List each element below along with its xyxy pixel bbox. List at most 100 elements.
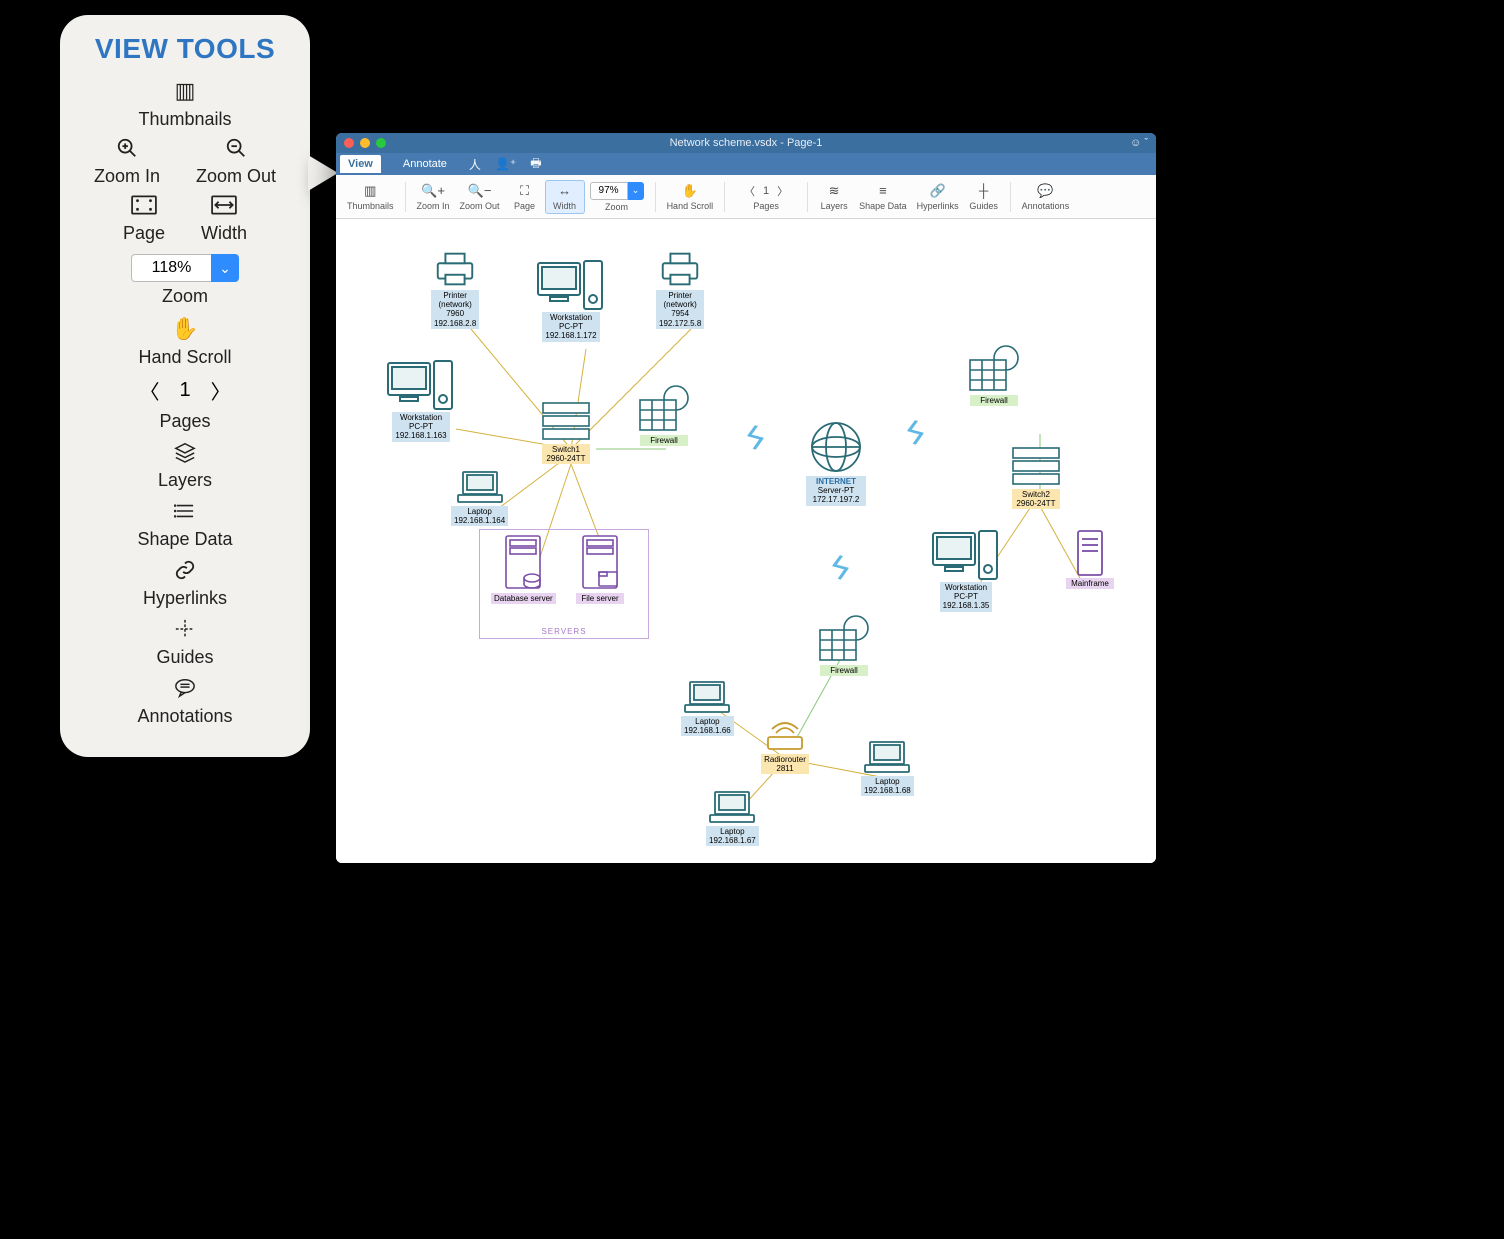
firewall-icon [636, 384, 692, 434]
switch-icon [541, 399, 591, 443]
node-firewall-bottom[interactable]: Firewall [816, 614, 872, 676]
laptop-icon [455, 469, 505, 505]
tb-thumbnails-button[interactable]: ▥ Thumbnails [342, 181, 399, 213]
fit-width-label: Width [201, 223, 247, 244]
node-label: WorkstationPC-PT192.168.1.35 [940, 582, 993, 612]
zoom-input[interactable] [131, 254, 211, 282]
workstation-icon [386, 359, 456, 411]
tb-annotations-button[interactable]: 💬 Annotations [1017, 181, 1075, 213]
tb-fit-width-label: Width [553, 201, 576, 211]
fit-page-button[interactable]: Page [123, 193, 165, 244]
zoom-in-button[interactable]: Zoom In [94, 136, 160, 187]
node-database-server[interactable]: Database server [491, 534, 556, 604]
zoom-out-button[interactable]: Zoom Out [196, 136, 276, 187]
node-switch-1[interactable]: Switch12960-24TT [541, 399, 591, 464]
page-next-button[interactable]: 〉 [211, 376, 231, 405]
feedback-button[interactable]: ☺ ˇ [1130, 137, 1148, 149]
tb-zoom-out-button[interactable]: 🔍− Zoom Out [455, 181, 505, 213]
zoom-in-icon [113, 136, 141, 160]
node-label: Switch22960-24TT [1012, 489, 1060, 509]
servers-group-label: SERVERS [480, 627, 648, 636]
shape-data-button[interactable]: Shape Data [70, 499, 300, 550]
node-laptop-3[interactable]: Laptop192.168.1.67 [706, 789, 759, 846]
tb-guides-button[interactable]: ┼ Guides [964, 181, 1004, 213]
tb-zoom-group: ⌄ Zoom [585, 180, 649, 214]
node-workstation-2[interactable]: WorkstationPC-PT192.168.1.163 [386, 359, 456, 442]
guides-label: Guides [156, 647, 213, 668]
layers-icon [171, 440, 199, 464]
node-laptop-4[interactable]: Laptop192.168.1.68 [861, 739, 914, 796]
zoom-dropdown-button[interactable]: ⌄ [211, 254, 239, 282]
node-firewall-center[interactable]: Firewall [636, 384, 692, 446]
node-label: Firewall [820, 665, 868, 676]
node-label: Firewall [970, 395, 1018, 406]
app-window: Network scheme.vsdx - Page-1 ☺ ˇ View An… [336, 133, 1156, 863]
layers-button[interactable]: Layers [70, 440, 300, 491]
tb-hyperlinks-button[interactable]: 🔗 Hyperlinks [912, 181, 964, 213]
tb-zoom-input[interactable] [590, 182, 628, 200]
hand-scroll-button[interactable]: ✋ Hand Scroll [70, 317, 300, 368]
print-icon[interactable]: 🖶 [530, 154, 541, 175]
node-laptop-2[interactable]: Laptop192.168.1.66 [681, 679, 734, 736]
guides-button[interactable]: Guides [70, 617, 300, 668]
share-icon[interactable]: 👤⁺ [495, 157, 516, 171]
node-radiorouter[interactable]: Radiorouter2811 [761, 719, 809, 774]
node-workstation-1[interactable]: WorkstationPC-PT192.168.1.172 [536, 259, 606, 342]
tb-fit-width-button[interactable]: ↔ Width [545, 180, 585, 214]
annotations-label: Annotations [137, 706, 232, 727]
node-internet[interactable]: INTERNET Server-PT172.17.197.2 [806, 419, 866, 506]
tb-shape-data-button[interactable]: ≡ Shape Data [854, 181, 912, 213]
page-prev-button[interactable]: 〈 [139, 376, 159, 405]
node-label: Laptop192.168.1.66 [681, 716, 734, 736]
router-icon [762, 719, 808, 753]
tb-pages-group: 〈 1 〉 Pages [731, 181, 801, 213]
node-printer-1[interactable]: Printer (network) 7960 192.168.2.8 [431, 249, 479, 329]
node-switch-2[interactable]: Switch22960-24TT [1011, 444, 1061, 509]
tb-hand-scroll-button[interactable]: ✋ Hand Scroll [662, 181, 719, 213]
node-label: Laptop192.168.1.68 [861, 776, 914, 796]
fit-page-icon [130, 193, 158, 217]
guides-icon: ┼ [979, 183, 988, 199]
canvas[interactable]: Printer (network) 7960 192.168.2.8 Works… [336, 219, 1156, 863]
menubar: View Annotate 人 👤⁺ 🖶 [336, 153, 1156, 175]
node-file-server[interactable]: File server [576, 534, 624, 604]
fit-page-label: Page [123, 223, 165, 244]
node-printer-2[interactable]: Printer(network)7954192.172.5.8 [656, 249, 704, 329]
view-tools-callout: VIEW TOOLS ▥ Thumbnails Zoom In Zoom Out… [60, 15, 310, 757]
tab-view[interactable]: View [340, 155, 381, 173]
node-label: Mainframe [1066, 578, 1114, 589]
tab-annotate[interactable]: Annotate [395, 155, 455, 173]
tb-fit-page-button[interactable]: ⛶ Page [505, 181, 545, 213]
tb-page-next-button[interactable]: 〉 [777, 183, 788, 199]
printer-icon [432, 249, 478, 289]
server-icon [500, 534, 546, 592]
zoom-in-label: Zoom In [94, 166, 160, 187]
hyperlinks-button[interactable]: Hyperlinks [70, 558, 300, 609]
node-label: Laptop192.168.1.67 [706, 826, 759, 846]
layers-label: Layers [158, 470, 212, 491]
layers-icon: ≋ [829, 183, 840, 199]
globe-icon [806, 419, 866, 475]
tb-zoom-dropdown-button[interactable]: ⌄ [628, 182, 644, 200]
node-firewall-right[interactable]: Firewall [966, 344, 1022, 406]
person-icon[interactable]: 人 [469, 156, 481, 173]
hand-scroll-label: Hand Scroll [138, 347, 231, 368]
thumbnails-button[interactable]: ▥ Thumbnails [70, 79, 300, 130]
node-workstation-3[interactable]: WorkstationPC-PT192.168.1.35 [931, 529, 1001, 612]
tb-layers-button[interactable]: ≋ Layers [814, 181, 854, 213]
tb-fit-page-label: Page [514, 201, 535, 211]
node-label: Laptop192.168.1.164 [451, 506, 508, 526]
annotations-button[interactable]: Annotations [70, 676, 300, 727]
fit-width-button[interactable]: Width [201, 193, 247, 244]
node-laptop-1[interactable]: Laptop192.168.1.164 [451, 469, 508, 526]
node-mainframe[interactable]: Mainframe [1066, 529, 1114, 589]
tb-zoom-in-button[interactable]: 🔍+ Zoom In [412, 181, 455, 213]
node-label: WorkstationPC-PT192.168.1.163 [392, 412, 449, 442]
thumbnails-label: Thumbnails [138, 109, 231, 130]
fit-width-icon [210, 193, 238, 217]
tb-page-prev-button[interactable]: 〈 [744, 183, 755, 199]
toolbar: ▥ Thumbnails 🔍+ Zoom In 🔍− Zoom Out ⛶ Pa… [336, 175, 1156, 219]
firewall-icon [966, 344, 1022, 394]
annotations-icon [171, 676, 199, 700]
mainframe-icon [1075, 529, 1105, 577]
